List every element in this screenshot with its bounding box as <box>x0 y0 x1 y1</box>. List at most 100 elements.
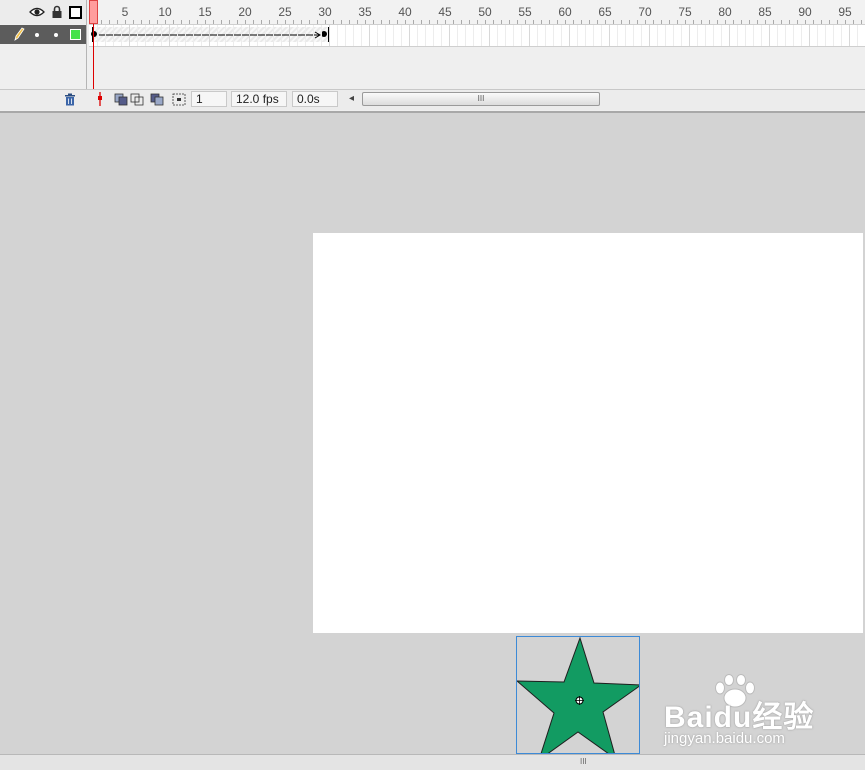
frame-cell <box>633 25 634 46</box>
frame-cell <box>849 25 850 46</box>
star-selection[interactable] <box>516 636 640 754</box>
frame-cell <box>673 25 674 46</box>
frame-cell <box>593 25 594 46</box>
ruler-label-80: 80 <box>718 5 732 19</box>
frame-cell <box>513 25 514 46</box>
timeline-panel: 15101520253035404550556065707580859095 <box>0 0 865 113</box>
frame-cell <box>449 25 450 46</box>
frame-cell <box>657 25 658 46</box>
watermark-url: jingyan.baidu.com <box>664 730 785 747</box>
onion-skin-outlines-icon[interactable] <box>130 92 144 106</box>
layer-outline-color[interactable] <box>70 29 81 40</box>
timeline-scrollbar-thumb[interactable]: III <box>362 92 600 106</box>
elapsed-time-field: 0.0s <box>292 91 338 107</box>
frame-cell <box>481 25 482 46</box>
frame-cell <box>113 25 114 46</box>
frame-cell <box>641 25 642 46</box>
ruler-label-15: 15 <box>198 5 212 19</box>
frame-cell <box>385 25 386 46</box>
lock-dot[interactable] <box>54 33 58 37</box>
frame-ruler[interactable]: 15101520253035404550556065707580859095 <box>89 0 865 24</box>
watermark: Baidu经验 jingyan.baidu.com <box>662 674 822 748</box>
ruler-label-70: 70 <box>638 5 652 19</box>
frame-cell <box>577 25 578 46</box>
frame-cell <box>753 25 754 46</box>
frame-cell <box>345 25 346 46</box>
frame-cell <box>721 25 722 46</box>
frames-area[interactable] <box>89 24 865 47</box>
edit-multiple-frames-icon[interactable] <box>150 92 164 106</box>
motion-tween-span[interactable] <box>91 27 329 42</box>
frame-cell <box>801 25 802 46</box>
frame-cell <box>793 25 794 46</box>
frame-cell <box>265 25 266 46</box>
ruler-label-35: 35 <box>358 5 372 19</box>
ruler-label-10: 10 <box>158 5 172 19</box>
frame-cell <box>313 25 314 46</box>
frame-cell <box>649 25 650 46</box>
frame-cell <box>201 25 202 46</box>
frame-cell <box>617 25 618 46</box>
eye-icon[interactable] <box>29 4 45 20</box>
frame-cell <box>785 25 786 46</box>
onion-skin-icon[interactable] <box>114 92 128 106</box>
frame-cell <box>321 25 322 46</box>
frame-cell <box>857 25 858 46</box>
transform-point-icon[interactable] <box>575 692 584 705</box>
modify-onion-markers-icon[interactable] <box>172 92 186 106</box>
frame-cell <box>241 25 242 46</box>
frame-cell <box>169 25 170 46</box>
frame-cell <box>809 25 810 46</box>
frame-cell <box>97 25 98 46</box>
frame-cell <box>193 25 194 46</box>
frame-cell <box>457 25 458 46</box>
center-frame-icon[interactable] <box>93 92 107 106</box>
playhead[interactable] <box>89 0 98 24</box>
frame-cell <box>505 25 506 46</box>
frame-cell <box>281 25 282 46</box>
frame-cell <box>697 25 698 46</box>
outline-icon[interactable] <box>67 4 83 20</box>
frame-cell <box>833 25 834 46</box>
lock-icon[interactable] <box>49 4 65 20</box>
current-frame-field[interactable]: 1 <box>191 91 227 107</box>
frame-cell <box>585 25 586 46</box>
ruler-label-25: 25 <box>278 5 292 19</box>
ruler-label-55: 55 <box>518 5 532 19</box>
frame-rate-field[interactable]: 12.0 fps <box>231 91 287 107</box>
frame-cell <box>561 25 562 46</box>
frame-cell <box>377 25 378 46</box>
frame-cell <box>521 25 522 46</box>
frame-cell <box>105 25 106 46</box>
frame-cell <box>121 25 122 46</box>
frame-cell <box>705 25 706 46</box>
frame-cell <box>489 25 490 46</box>
frame-cell <box>681 25 682 46</box>
frame-cell <box>393 25 394 46</box>
frame-cell <box>529 25 530 46</box>
frame-cell <box>177 25 178 46</box>
frame-cell <box>745 25 746 46</box>
frame-cell <box>353 25 354 46</box>
scroll-grip[interactable]: III <box>580 757 587 766</box>
stage-bottom-scrollbar[interactable]: III <box>0 754 865 770</box>
trash-icon[interactable] <box>63 92 77 106</box>
frame-cell <box>729 25 730 46</box>
frame-cell <box>129 25 130 46</box>
ruler-label-65: 65 <box>598 5 612 19</box>
frame-cell <box>441 25 442 46</box>
visibility-dot[interactable] <box>35 33 39 37</box>
stage[interactable] <box>313 233 863 633</box>
frame-cell <box>569 25 570 46</box>
frame-cell <box>769 25 770 46</box>
frame-cell <box>217 25 218 46</box>
frame-cell <box>257 25 258 46</box>
frame-cell <box>473 25 474 46</box>
layer-row[interactable] <box>0 25 86 44</box>
frame-cell <box>609 25 610 46</box>
frame-cell <box>553 25 554 46</box>
ruler-label-50: 50 <box>478 5 492 19</box>
frame-cell <box>665 25 666 46</box>
ruler-label-90: 90 <box>798 5 812 19</box>
scroll-left-arrow[interactable]: ◂ <box>349 93 354 104</box>
